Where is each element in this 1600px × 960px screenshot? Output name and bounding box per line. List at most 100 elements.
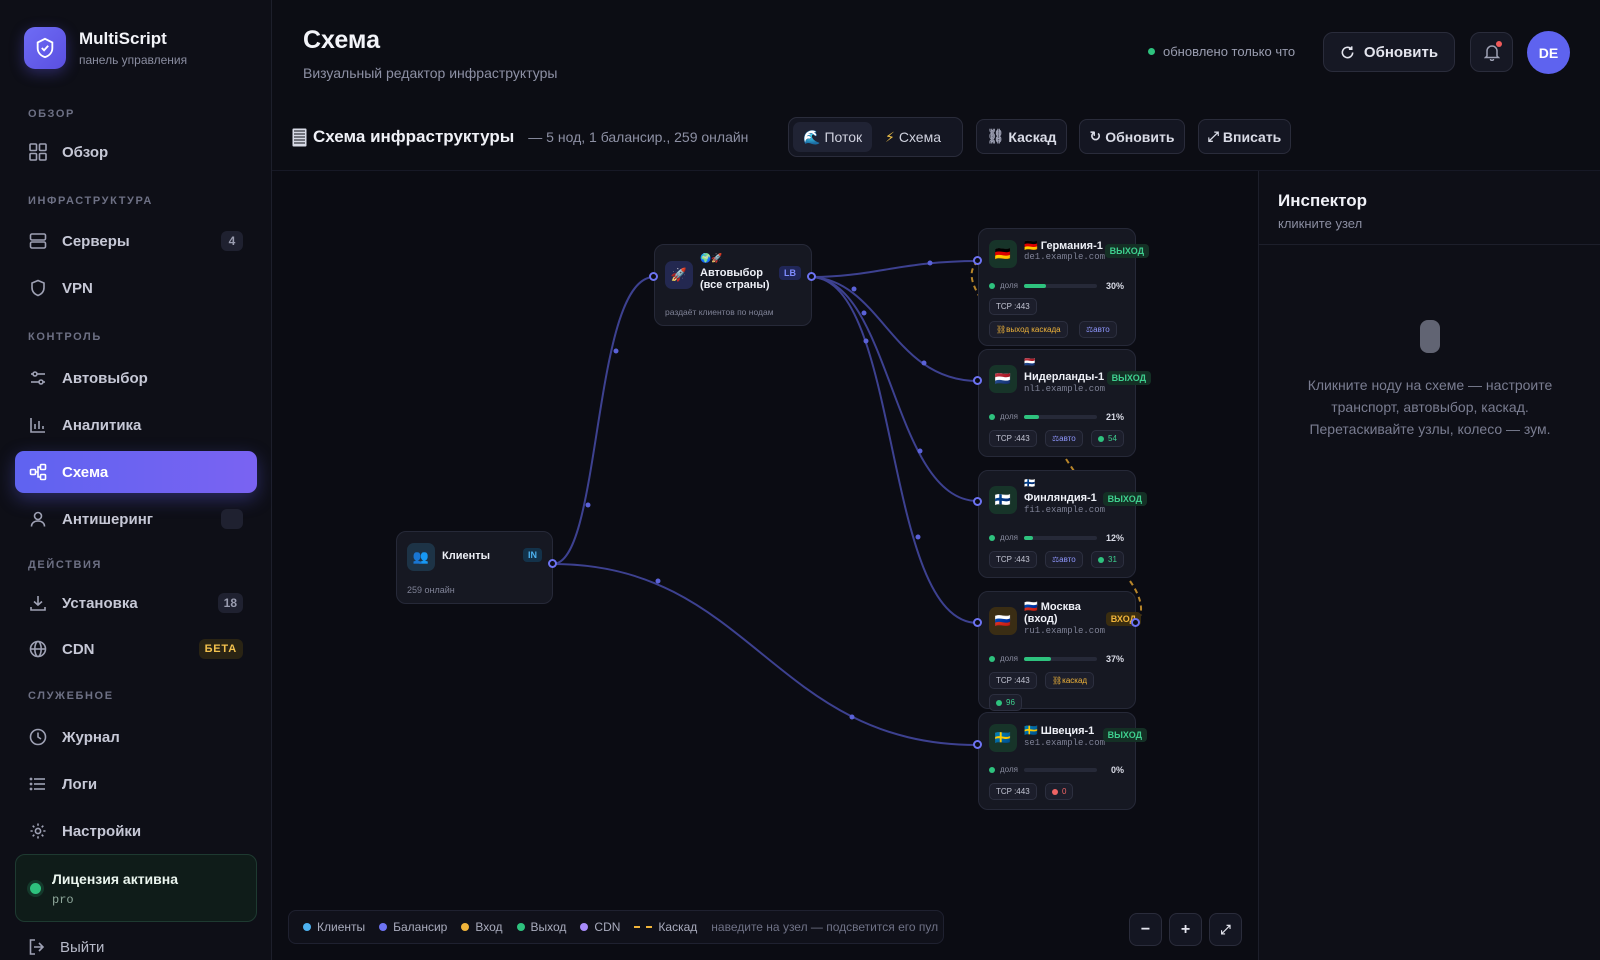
flag-fi-icon: 🇫🇮 <box>989 486 1017 514</box>
node-clients[interactable]: 👥 Клиенты IN 259 онлайн <box>396 531 553 604</box>
node-tag: ВЫХОД <box>1104 244 1149 258</box>
flow-dot <box>921 360 927 366</box>
notifications-button[interactable] <box>1470 32 1513 72</box>
view-mode-switch: 🌊 Поток ⚡ Схема <box>788 117 963 157</box>
flow-dot <box>613 348 619 354</box>
license-card[interactable]: Лицензия активна pro <box>15 854 257 922</box>
online-chip: 0 <box>1045 783 1074 800</box>
port-moscow-out[interactable] <box>1131 618 1140 627</box>
antisharing-badge <box>221 509 243 529</box>
brand-title: MultiScript <box>79 29 167 48</box>
node-host: fi1.example.com <box>1024 505 1106 515</box>
edge-balancer-finland <box>811 276 979 502</box>
sidebar-item-vpn[interactable]: VPN <box>15 267 257 309</box>
flow-dot <box>851 286 857 292</box>
schema-canvas[interactable]: 👥 Клиенты IN 259 онлайн 🚀 🌍🚀 Автовыбор (… <box>272 171 1258 960</box>
legend: Клиенты Балансир Вход Выход CDN Каскад н… <box>288 910 944 944</box>
license-status-dot <box>30 883 41 894</box>
refresh-button[interactable]: Обновить <box>1323 32 1455 72</box>
logout-icon <box>28 938 46 956</box>
port-chip: TCP :443 <box>989 298 1037 315</box>
sidebar-item-schema[interactable]: Схема <box>15 451 257 493</box>
zoom-in-button[interactable]: + <box>1169 913 1202 946</box>
mouse-icon <box>1420 320 1440 353</box>
sidebar-item-logs[interactable]: Логи <box>15 763 257 805</box>
node-title: 🇸🇪 Швеция-1 <box>1024 725 1095 737</box>
sidebar-item-cdn[interactable]: CDN БЕТА <box>15 628 257 670</box>
port-sweden-in[interactable] <box>973 740 982 749</box>
globe-rocket-icon: 🌍🚀 <box>700 253 723 263</box>
page-title: Схема <box>303 26 380 54</box>
node-moscow[interactable]: 🇷🇺 🇷🇺 Москва (вход) ru1.example.com ВХОД… <box>978 591 1141 711</box>
fit-button[interactable]: ⤢ Вписать <box>1198 119 1291 154</box>
node-host: se1.example.com <box>1024 738 1106 748</box>
fullscreen-button[interactable]: ⤢ <box>1209 913 1242 946</box>
sliders-icon <box>28 368 48 388</box>
inspector-divider <box>1259 244 1600 245</box>
refresh-label: Обновить <box>1363 43 1439 61</box>
document-icon <box>292 128 307 147</box>
section-actions: ДЕЙСТВИЯ <box>28 559 103 571</box>
sidebar-item-install[interactable]: Установка 18 <box>15 582 257 624</box>
flag-nl-icon: 🇳🇱 <box>989 365 1017 393</box>
node-sub: 259 онлайн <box>407 585 455 595</box>
port-netherlands-in[interactable] <box>973 376 982 385</box>
list-icon <box>28 774 48 794</box>
toolbar-refresh-button[interactable]: ↻ Обновить <box>1079 119 1185 154</box>
node-title-line1: Автовыбор <box>700 267 763 279</box>
auto-chip: ⚖ авто <box>1045 551 1083 568</box>
status-text: обновлено только что <box>1163 44 1296 59</box>
sidebar-item-label: Автовыбор <box>62 369 148 387</box>
notification-dot <box>1496 41 1502 47</box>
online-chip: 31 <box>1091 551 1124 568</box>
port-balancer-out[interactable] <box>807 272 816 281</box>
sidebar-item-servers[interactable]: Серверы 4 <box>15 220 257 262</box>
sidebar-item-journal[interactable]: Журнал <box>15 716 257 758</box>
tab-flow[interactable]: 🌊 Поток <box>793 122 873 152</box>
inspector-empty-text: Кликните ноду на схеме — настроите транс… <box>1307 377 1553 437</box>
node-balancer[interactable]: 🚀 🌍🚀 Автовыбор (все страны) LB раздаёт к… <box>654 244 812 326</box>
sidebar-item-autoselect[interactable]: Автовыбор <box>15 357 257 399</box>
download-icon <box>28 593 48 613</box>
cascade-exit-chip: ⛓ выход каскада <box>989 321 1068 338</box>
sidebar-item-antisharing[interactable]: Антишеринг <box>15 498 257 540</box>
node-title-line2: (вход) <box>1024 613 1058 625</box>
page-subtitle: Визуальный редактор инфраструктуры <box>303 65 558 81</box>
edge-balancer-moscow <box>811 276 979 624</box>
logo-icon <box>24 27 66 69</box>
node-germany[interactable]: 🇩🇪 🇩🇪 Германия-1 de1.example.com ВЫХОД д… <box>978 228 1149 346</box>
sidebar-item-overview[interactable]: Обзор <box>15 131 257 173</box>
tab-schema[interactable]: ⚡ Схема <box>875 122 951 152</box>
sidebar-item-settings[interactable]: Настройки <box>15 810 257 852</box>
port-germany-in[interactable] <box>973 256 982 265</box>
cascade-button[interactable]: ⛓ Каскад <box>976 119 1067 154</box>
share-row: доля 37% <box>989 654 1124 664</box>
port-moscow-in[interactable] <box>973 618 982 627</box>
port-balancer-in[interactable] <box>649 272 658 281</box>
node-title: Финляндия-1 <box>1024 492 1097 504</box>
brand[interactable]: MultiScript панель управления <box>24 27 187 69</box>
port-finland-in[interactable] <box>973 497 982 506</box>
node-title-line1: 🇷🇺 Москва <box>1024 601 1081 613</box>
node-host: ru1.example.com <box>1024 626 1106 636</box>
node-sweden[interactable]: 🇸🇪 🇸🇪 Швеция-1 se1.example.com ВЫХОД дол… <box>978 712 1147 810</box>
beta-badge: БЕТА <box>198 639 243 659</box>
node-tag: ВЫХОД <box>1102 492 1147 506</box>
node-finland[interactable]: 🇫🇮 🇫🇮 Финляндия-1 fi1.example.com ВЫХОД … <box>978 470 1147 578</box>
logout-button[interactable]: Выйти <box>28 938 104 956</box>
toolbar-refresh-label: Обновить <box>1105 128 1175 145</box>
section-infrastructure: ИНФРАСТРУКТУРА <box>28 195 153 207</box>
zoom-out-button[interactable]: − <box>1129 913 1162 946</box>
inspector-subtitle: кликните узел <box>1278 216 1363 231</box>
node-netherlands[interactable]: 🇳🇱 🇳🇱 Нидерланды-1 nl1.example.com ВЫХОД… <box>978 349 1151 457</box>
share-row: доля 21% <box>989 412 1124 422</box>
port-clients-out[interactable] <box>548 559 557 568</box>
bar-chart-icon <box>28 415 48 435</box>
sidebar-item-analytics[interactable]: Аналитика <box>15 404 257 446</box>
flag-se-icon: 🇸🇪 <box>989 724 1017 752</box>
install-count-badge: 18 <box>217 593 243 613</box>
clock-icon <box>28 727 48 747</box>
grid-icon <box>28 142 48 162</box>
avatar[interactable]: DE <box>1527 31 1570 74</box>
schema-title: Схема инфраструктуры <box>313 127 515 146</box>
